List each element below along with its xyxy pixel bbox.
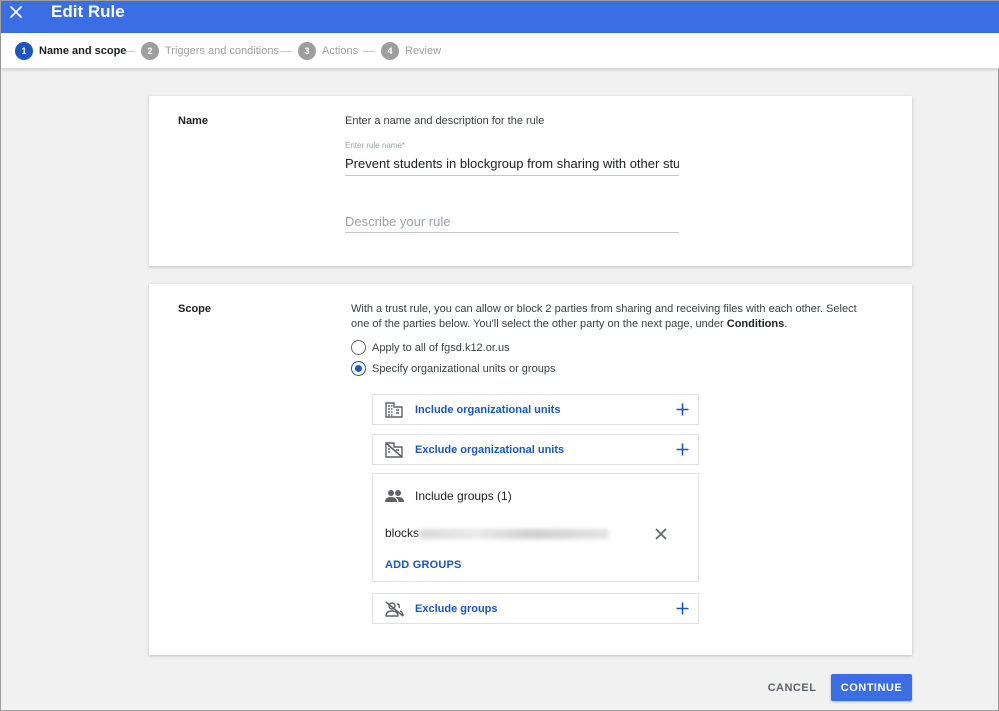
plus-icon	[676, 403, 688, 416]
step-number: 1	[15, 42, 33, 60]
add-exclude-org-units-button[interactable]	[674, 442, 690, 458]
include-org-units-panel[interactable]: Include organizational units	[372, 394, 699, 425]
conditions-emphasis: Conditions	[726, 318, 785, 330]
rule-description-input[interactable]	[345, 211, 679, 233]
scope-description: With a trust rule, you can allow or bloc…	[351, 302, 871, 332]
close-button[interactable]	[5, 1, 27, 23]
cancel-button[interactable]: CANCEL	[758, 674, 826, 701]
radio-label: Apply to all of fgsd.k12.or.us	[372, 341, 510, 354]
exclude-org-units-row[interactable]: Exclude organizational units	[373, 435, 698, 464]
scope-card: Scope With a trust rule, you can allow o…	[149, 284, 912, 655]
include-org-units-row[interactable]: Include organizational units	[373, 395, 698, 424]
step-connector	[123, 51, 135, 52]
scope-section-label: Scope	[178, 303, 212, 315]
exclude-org-units-panel[interactable]: Exclude organizational units	[372, 434, 699, 465]
close-icon	[655, 528, 667, 540]
radio-label: Specify organizational units or groups	[372, 362, 556, 375]
step-label: Actions	[322, 45, 359, 57]
step-number: 3	[298, 42, 316, 60]
step-number: 4	[381, 42, 399, 60]
radio-specify-units-groups[interactable]: Specify organizational units or groups	[351, 361, 555, 376]
exclude-groups-row[interactable]: Exclude groups	[373, 594, 698, 623]
include-groups-panel: Include groups (1) blocks ADD GROUPS	[372, 473, 699, 582]
close-icon	[10, 6, 22, 18]
include-org-units-label: Include organizational units	[415, 403, 561, 416]
include-groups-label: Include groups (1)	[415, 489, 512, 503]
rule-name-floating-label: Enter rule name*	[345, 141, 406, 150]
group-entry-prefix: blocks	[385, 526, 420, 540]
step-name-and-scope[interactable]: 1 Name and scope	[15, 41, 126, 61]
add-include-org-units-button[interactable]	[674, 402, 690, 418]
radio-apply-all[interactable]: Apply to all of fgsd.k12.or.us	[351, 340, 510, 355]
building-icon	[385, 401, 405, 419]
name-section-label: Name	[178, 115, 208, 127]
step-connector	[280, 51, 292, 52]
plus-icon	[676, 602, 688, 615]
group-entry: blocks	[385, 526, 610, 540]
building-off-icon	[385, 441, 405, 459]
page-title: Edit Rule	[51, 2, 125, 21]
name-card: Name Enter a name and description for th…	[149, 96, 912, 266]
name-hint: Enter a name and description for the rul…	[345, 115, 545, 127]
remove-group-button[interactable]	[654, 527, 668, 541]
step-number: 2	[141, 42, 159, 60]
plus-icon	[676, 443, 688, 456]
rule-name-input[interactable]	[345, 152, 679, 176]
radio-button[interactable]	[351, 340, 366, 355]
step-connector	[363, 51, 375, 52]
radio-button[interactable]	[351, 361, 366, 376]
continue-button[interactable]: CONTINUE	[831, 674, 912, 701]
add-exclude-groups-button[interactable]	[674, 601, 690, 617]
step-review[interactable]: 4 Review	[381, 41, 441, 61]
step-triggers-and-conditions[interactable]: 2 Triggers and conditions	[141, 41, 279, 61]
app-header: Edit Rule	[1, 1, 999, 33]
exclude-org-units-label: Exclude organizational units	[415, 443, 565, 456]
stepper: 1 Name and scope 2 Triggers and conditio…	[1, 33, 999, 69]
add-groups-button[interactable]: ADD GROUPS	[385, 559, 462, 571]
step-actions[interactable]: 3 Actions	[298, 41, 358, 61]
step-label: Name and scope	[39, 45, 127, 57]
groups-icon	[385, 487, 405, 505]
exclude-groups-label: Exclude groups	[415, 602, 498, 615]
redacted-group-email	[419, 528, 610, 539]
step-label: Review	[405, 45, 442, 57]
step-label: Triggers and conditions	[165, 45, 279, 57]
exclude-groups-panel[interactable]: Exclude groups	[372, 593, 699, 624]
scope-description-end: .	[784, 318, 788, 330]
groups-off-icon	[385, 600, 405, 618]
